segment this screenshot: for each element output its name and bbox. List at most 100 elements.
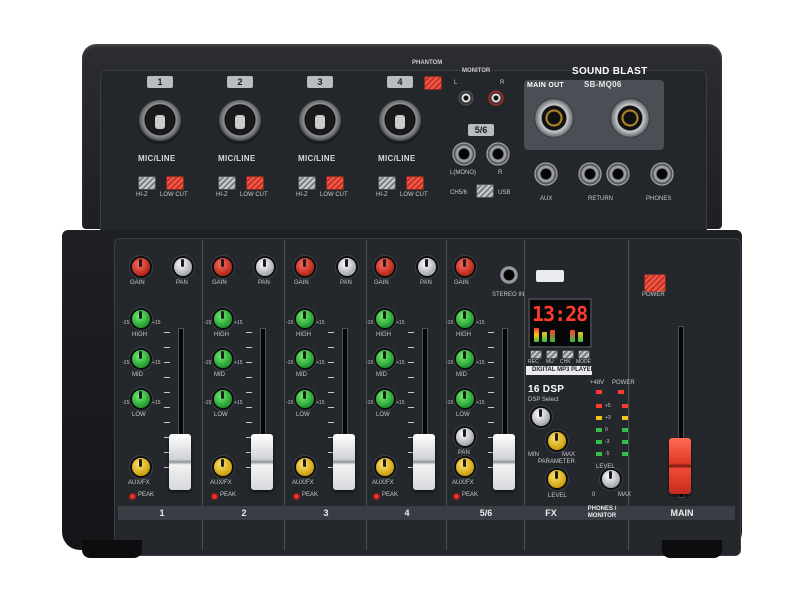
strip-label-2: 2 (241, 508, 247, 518)
eq-max-label-3: +15 (316, 360, 325, 366)
eq-max-label-4: +15 (396, 360, 405, 366)
xlr-combo-input-1[interactable] (138, 100, 182, 144)
hi-z-button-3[interactable] (298, 176, 316, 190)
mic-line-label-2: MIC/LINE (218, 154, 256, 163)
mid-eq-knob-2[interactable] (214, 350, 232, 368)
stereo-in-jack[interactable] (500, 266, 518, 284)
xlr-combo-input-2[interactable] (218, 100, 262, 144)
hi-z-button-2[interactable] (218, 176, 236, 190)
pan-knob-1[interactable] (174, 258, 192, 276)
dsp-parameter-knob[interactable] (548, 432, 566, 450)
channel-fader-56[interactable] (493, 434, 515, 490)
low-cut-button-4[interactable] (406, 176, 424, 190)
gain-knob-3[interactable] (296, 258, 314, 276)
gain-knob-56[interactable] (456, 258, 474, 276)
phantom-power-button[interactable] (424, 76, 442, 90)
mid-eq-knob-56[interactable] (456, 350, 474, 368)
stereo-in-label: STEREO IN (492, 292, 525, 298)
gain-label-56: GAIN (454, 280, 469, 286)
mu-button[interactable] (546, 350, 558, 359)
monitor-r-label: R (500, 80, 505, 86)
low-eq-knob-3[interactable] (296, 390, 314, 408)
low-cut-button-3[interactable] (326, 176, 344, 190)
monitor-left-rca[interactable] (458, 90, 474, 106)
power-button[interactable] (644, 274, 666, 292)
return-right-jack[interactable] (606, 162, 630, 186)
high-eq-knob-1[interactable] (132, 310, 150, 328)
rec-button[interactable] (530, 350, 542, 359)
return-left-jack[interactable] (578, 162, 602, 186)
aux-fx-knob-1[interactable] (132, 458, 150, 476)
monitor-right-rca[interactable] (488, 90, 504, 106)
aux-fx-knob-4[interactable] (376, 458, 394, 476)
low-cut-button-2[interactable] (246, 176, 264, 190)
xlr-combo-input-4[interactable] (378, 100, 422, 144)
aux-fx-knob-3[interactable] (296, 458, 314, 476)
phones-label: PHONES (646, 196, 672, 202)
mid-eq-label-56: MID (456, 372, 467, 378)
dsp-select-knob[interactable] (532, 408, 550, 426)
main-out-left-xlr[interactable] (534, 98, 574, 138)
high-eq-knob-4[interactable] (376, 310, 394, 328)
dsp-level-knob[interactable] (548, 470, 566, 488)
mid-eq-knob-1[interactable] (132, 350, 150, 368)
strip-label-4: 4 (404, 508, 410, 518)
hi-z-button-1[interactable] (138, 176, 156, 190)
channel-fader-1[interactable] (169, 434, 191, 490)
channel-fader-4[interactable] (413, 434, 435, 490)
ch56-usb-switch[interactable] (476, 184, 494, 198)
phones-jack[interactable] (650, 162, 674, 186)
peak-label-3: PEAK (302, 492, 319, 498)
eq-min-label-2: -15 (204, 360, 212, 366)
dsp-level-label: LEVEL (548, 493, 567, 499)
display-vu-bar (570, 330, 575, 342)
aux-fx-knob-56[interactable] (456, 458, 474, 476)
aux-fx-knob-2[interactable] (214, 458, 232, 476)
aux-fx-label-2: AUX/FX (210, 480, 232, 486)
channel-fader-3[interactable] (333, 434, 355, 490)
pan-knob-56[interactable] (456, 428, 474, 446)
main-out-right-xlr[interactable] (610, 98, 650, 138)
high-eq-knob-2[interactable] (214, 310, 232, 328)
mid-eq-knob-3[interactable] (296, 350, 314, 368)
gain-knob-4[interactable] (376, 258, 394, 276)
low-cut-button-1[interactable] (166, 176, 184, 190)
phones-level-knob[interactable] (602, 470, 620, 488)
chk-button[interactable] (562, 350, 574, 359)
peak-label-56: PEAK (462, 492, 479, 498)
ch56-left-jack[interactable] (452, 142, 476, 166)
foot-left (82, 540, 142, 558)
low-eq-knob-4[interactable] (376, 390, 394, 408)
eq-min-label-2: -15 (204, 320, 212, 326)
eq-min-label-3: -15 (286, 320, 294, 326)
low-eq-knob-56[interactable] (456, 390, 474, 408)
low-eq-knob-1[interactable] (132, 390, 150, 408)
strip-divider-6 (628, 240, 629, 550)
main-out-label: MAIN OUT (527, 82, 565, 89)
pan-knob-2[interactable] (256, 258, 274, 276)
low-eq-label-3: LOW (296, 412, 310, 418)
xlr-combo-input-3[interactable] (298, 100, 342, 144)
dsp-parameter-label: PARAMETER (538, 459, 575, 465)
display-vu-bar (534, 328, 539, 342)
usb-port[interactable] (536, 270, 564, 282)
high-eq-knob-3[interactable] (296, 310, 314, 328)
gain-knob-2[interactable] (214, 258, 232, 276)
strip-divider-5 (524, 240, 525, 550)
pan-knob-3[interactable] (338, 258, 356, 276)
pan-knob-4[interactable] (418, 258, 436, 276)
display-vu-bar (550, 330, 555, 342)
main-fader[interactable] (669, 438, 691, 494)
aux-send-jack[interactable] (534, 162, 558, 186)
plus48v-label: +48V (590, 380, 605, 386)
gain-knob-1[interactable] (132, 258, 150, 276)
mid-eq-knob-4[interactable] (376, 350, 394, 368)
low-eq-knob-2[interactable] (214, 390, 232, 408)
ch56-right-jack[interactable] (486, 142, 510, 166)
channel-fader-2[interactable] (251, 434, 273, 490)
hi-z-button-4[interactable] (378, 176, 396, 190)
meter-led-right (622, 404, 628, 408)
high-eq-knob-56[interactable] (456, 310, 474, 328)
dsp-max-label: MAX (562, 452, 576, 458)
mode-button[interactable] (578, 350, 590, 359)
